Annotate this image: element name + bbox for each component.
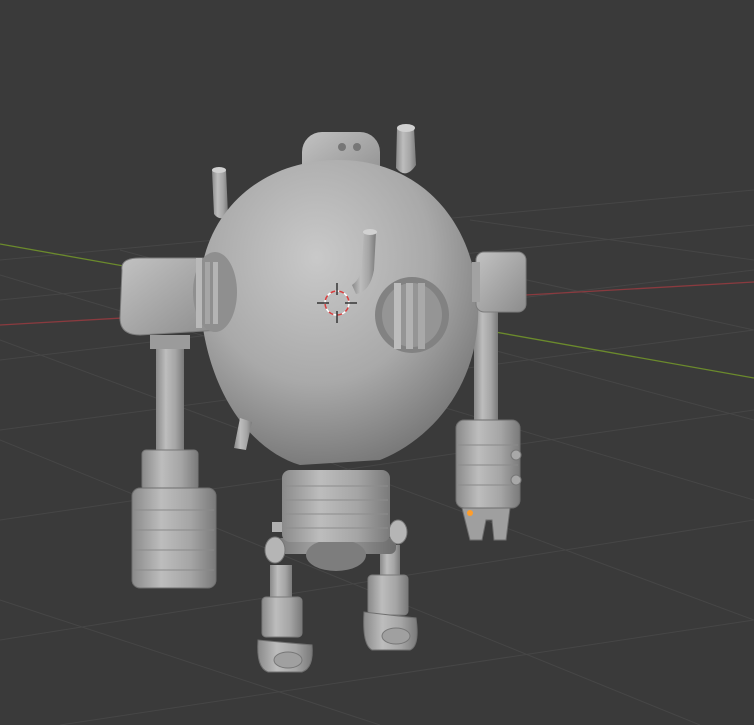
3d-viewport[interactable] [0, 0, 754, 725]
waist-section[interactable] [282, 470, 390, 571]
right-leg[interactable] [363, 545, 418, 651]
origin-marker [467, 510, 473, 516]
viewport-canvas[interactable] [0, 0, 754, 725]
body-porthole[interactable] [375, 277, 449, 353]
left-shoulder[interactable] [119, 252, 237, 336]
right-shoulder[interactable] [472, 251, 527, 313]
side-nozzle[interactable] [234, 418, 252, 450]
robot-model[interactable] [119, 124, 527, 673]
left-arm[interactable] [131, 335, 217, 589]
left-leg[interactable] [257, 565, 313, 673]
